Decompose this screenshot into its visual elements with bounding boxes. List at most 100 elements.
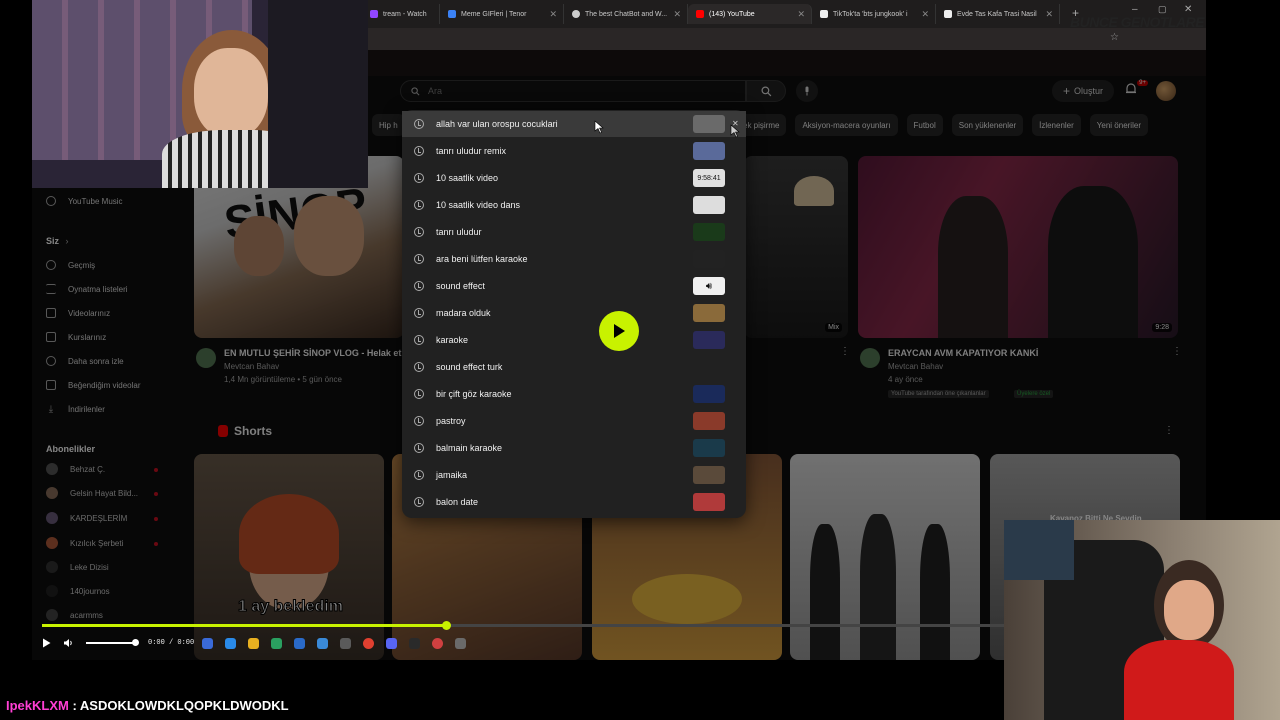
taskbar-app-icon[interactable] bbox=[455, 638, 466, 649]
taskbar-app-icon[interactable] bbox=[271, 638, 282, 649]
sidebar-item-history[interactable]: Geçmiş bbox=[46, 256, 95, 274]
voice-search-button[interactable] bbox=[796, 80, 818, 102]
progress-knob[interactable] bbox=[442, 621, 452, 630]
sidebar-item-your-videos[interactable]: Videolarınız bbox=[46, 304, 110, 322]
suggestion-item[interactable]: balon date bbox=[402, 489, 746, 515]
channel-avatar[interactable] bbox=[860, 348, 880, 368]
sidebar-subscription[interactable]: acarmms bbox=[46, 606, 103, 624]
suggestion-item[interactable]: 10 saatlik video 9:58:41 bbox=[402, 165, 746, 191]
account-avatar[interactable] bbox=[1156, 81, 1176, 101]
suggestion-item[interactable]: sound effect 🔊︎ bbox=[402, 273, 746, 299]
sidebar-subscription[interactable]: Kızılcık Şerbeti bbox=[46, 534, 123, 552]
suggestion-thumbnail bbox=[693, 223, 725, 241]
chip-item[interactable]: Son yüklenenler bbox=[951, 114, 1024, 136]
suggestion-item[interactable]: 10 saatlik video dans bbox=[402, 192, 746, 218]
suggestion-item[interactable]: jamaika bbox=[402, 462, 746, 488]
person-silhouette bbox=[1048, 186, 1138, 338]
search-input[interactable] bbox=[428, 86, 708, 96]
chat-username: IpekKLXM bbox=[6, 698, 69, 713]
taskbar-app-icon[interactable] bbox=[386, 638, 397, 649]
sidebar-item-playlists[interactable]: Oynatma listeleri bbox=[46, 280, 128, 298]
bookmark-star-icon[interactable]: ☆ bbox=[1110, 32, 1119, 43]
chip-item[interactable]: Aksiyon-macera oyunları bbox=[795, 114, 898, 136]
video-title[interactable]: EN MUTLU ŞEHİR SİNOP VLOG - Helak et bbox=[224, 348, 401, 358]
sidebar-subscription[interactable]: KARDEŞLERİM bbox=[46, 509, 127, 527]
sidebar-subscription[interactable]: Leke Dizisi bbox=[46, 558, 109, 576]
close-icon[interactable]: ✕ bbox=[921, 9, 929, 20]
volume-icon[interactable] bbox=[63, 638, 74, 648]
sidebar-subscription[interactable]: Behzat Ç. bbox=[46, 460, 105, 478]
person-silhouette bbox=[920, 524, 950, 660]
tiktok-icon bbox=[820, 10, 828, 18]
taskbar-app-icon[interactable] bbox=[432, 638, 443, 649]
chip-item[interactable]: Yeni öneriler bbox=[1089, 114, 1148, 136]
suggestion-item[interactable]: tanrı uludur remix bbox=[402, 138, 746, 164]
taskbar-app-icon[interactable] bbox=[202, 638, 213, 649]
more-options-icon[interactable]: ⋮ bbox=[1172, 346, 1182, 357]
taskbar-app-icon[interactable] bbox=[409, 638, 420, 649]
sidebar-item-courses[interactable]: Kurslarınız bbox=[46, 328, 106, 346]
chip-item[interactable]: Futbol bbox=[906, 114, 943, 136]
tab-chatbot[interactable]: The best ChatBot and W... ✕ bbox=[564, 4, 688, 24]
short-thumbnail[interactable] bbox=[790, 454, 980, 660]
create-button[interactable]: + Oluştur bbox=[1052, 80, 1114, 102]
more-options-icon[interactable]: ⋮ bbox=[1164, 425, 1174, 436]
suggestion-item[interactable]: madara olduk bbox=[402, 300, 746, 326]
tab-tiktok-2[interactable]: Evde Tas Kafa Trasi Nasil ✕ bbox=[936, 4, 1060, 24]
taskbar-app-icon[interactable] bbox=[317, 638, 328, 649]
taskbar-app-icon[interactable] bbox=[248, 638, 259, 649]
tab-youtube[interactable]: (143) YouTube ✕ bbox=[688, 4, 812, 24]
sidebar-you-heading[interactable]: Siz › bbox=[46, 236, 69, 246]
suggestion-item[interactable]: balmain karaoke bbox=[402, 435, 746, 461]
history-icon bbox=[46, 260, 56, 270]
chip-hip-hop[interactable]: Hip h bbox=[372, 114, 405, 136]
search-button[interactable] bbox=[746, 80, 786, 102]
taskbar-app-icon[interactable] bbox=[225, 638, 236, 649]
video-thumbnail[interactable]: 9:28 bbox=[858, 156, 1178, 338]
play-icon[interactable] bbox=[42, 638, 51, 648]
taskbar-app-icon[interactable] bbox=[340, 638, 351, 649]
video-channel[interactable]: Mevtcan Bahav bbox=[224, 362, 279, 371]
suggestion-item[interactable]: ara beni lütfen karaoke bbox=[402, 246, 746, 272]
suggestion-item[interactable]: bir çift göz karaoke bbox=[402, 381, 746, 407]
video-title[interactable]: ERAYCAN AVM KAPATIYOR KANKİ bbox=[888, 348, 1038, 358]
sidebar-item-youtube-music[interactable]: YouTube Music bbox=[46, 192, 123, 210]
suggestion-item[interactable]: pastroy bbox=[402, 408, 746, 434]
sidebar-subscription[interactable]: 140journos bbox=[46, 582, 110, 600]
suggestion-thumbnail: 9:58:41 bbox=[693, 169, 725, 187]
tab-tenor[interactable]: Meme GIFleri | Tenor ✕ bbox=[440, 4, 564, 24]
red-top bbox=[1124, 640, 1234, 720]
sidebar-item-liked-videos[interactable]: Beğendiğim videolar bbox=[46, 376, 141, 394]
taskbar-app-icon[interactable] bbox=[363, 638, 374, 649]
search-box[interactable] bbox=[400, 80, 746, 102]
video-progress-bar[interactable] bbox=[42, 621, 1004, 630]
more-options-icon[interactable]: ⋮ bbox=[840, 346, 850, 357]
close-icon[interactable]: ✕ bbox=[797, 9, 805, 20]
sidebar-subscription[interactable]: Gelsin Hayat Bild... bbox=[46, 484, 138, 502]
sidebar-item-watch-later[interactable]: Daha sonra izle bbox=[46, 352, 124, 370]
close-icon[interactable]: ✕ bbox=[673, 9, 681, 20]
play-button[interactable] bbox=[599, 311, 639, 351]
close-icon[interactable]: ✕ bbox=[549, 9, 557, 20]
tab-tiktok[interactable]: TikTok'ta 'bts jungkook' i ✕ bbox=[812, 4, 936, 24]
suggestion-item[interactable]: tanrı uludur bbox=[402, 219, 746, 245]
player-controls: 0:00 / 0:00 bbox=[42, 634, 194, 652]
sidebar-item-downloads[interactable]: ⤓ İndirilenler bbox=[46, 400, 105, 418]
person-face bbox=[1164, 580, 1214, 640]
volume-knob[interactable] bbox=[132, 639, 139, 646]
microphone-icon bbox=[805, 86, 809, 96]
suggestion-item[interactable]: karaoke bbox=[402, 327, 746, 353]
suggestion-item[interactable]: allah var ulan orospu cocuklari ✕ bbox=[402, 111, 746, 137]
channel-avatar[interactable] bbox=[196, 348, 216, 368]
short-thumbnail[interactable]: 1 ay bekledim bbox=[194, 454, 384, 660]
notifications-button[interactable]: 9+ bbox=[1124, 80, 1148, 100]
suggestion-item[interactable]: sound effect turk bbox=[402, 354, 746, 380]
volume-slider[interactable] bbox=[86, 639, 139, 646]
close-icon[interactable]: ✕ bbox=[1045, 9, 1053, 20]
video-channel[interactable]: Mevtcan Bahav bbox=[888, 362, 943, 371]
person-face bbox=[294, 196, 364, 276]
video-thumbnail[interactable]: Mix bbox=[744, 156, 848, 338]
chip-item[interactable]: İzlenenler bbox=[1032, 114, 1081, 136]
taskbar-app-icon[interactable] bbox=[294, 638, 305, 649]
tab-twitch[interactable]: tream - Watch bbox=[362, 4, 440, 24]
